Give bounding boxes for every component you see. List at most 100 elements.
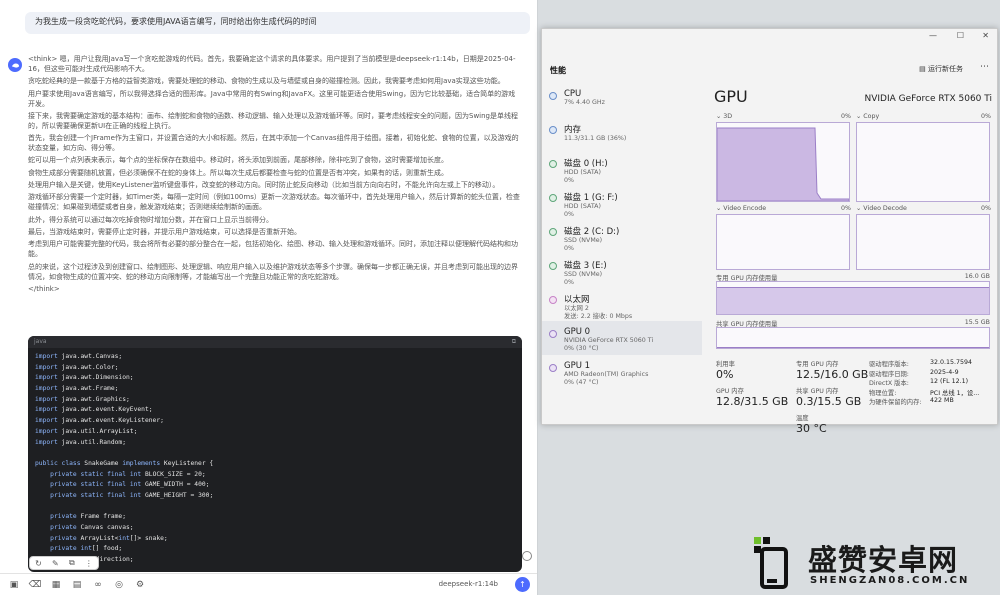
sidebar-item-detail: HDD (SATA) (564, 169, 601, 176)
watermark: 盛赞安卓网 SHENGZAN08.COM.CN (752, 535, 992, 590)
code-line: private static final int GAME_HEIGHT = 3… (50, 491, 214, 499)
code-line: import java.awt.Color; (35, 363, 119, 371)
sidebar-item[interactable]: GPU 1 AMD Radeon(TM) Graphics 0% (47 °C) (542, 355, 702, 389)
gpu-info-value: 422 MB (930, 397, 954, 404)
graph-vencode (716, 214, 850, 270)
sidebar-item[interactable]: 磁盘 1 (G: F:) HDD (SATA) 0% (542, 185, 702, 219)
phone-logo-icon (754, 537, 788, 589)
temp-label: 温度 (796, 415, 809, 422)
code-line: private Canvas canvas; (50, 524, 134, 531)
gpu-info-key: 物理位置: (869, 389, 897, 397)
edit-icon[interactable]: ✎ (52, 559, 59, 568)
gpu-info-value: PCI 总线 1，设... (930, 389, 980, 397)
sidebar-item-detail: 0% (564, 279, 574, 286)
sidebar-item-name: GPU 0 (564, 327, 591, 337)
reasoning-text: <think> 嗯，用户让我用Java写一个贪吃蛇游戏的代码。首先，我要确定这个… (28, 54, 520, 296)
graph-vencode-label: ⌄ Video Encode (716, 205, 767, 212)
run-new-task-label: 运行新任务 (928, 65, 963, 73)
sidebar-item[interactable]: 磁盘 3 (E:) SSD (NVMe) 0% (542, 253, 702, 287)
resource-dot-icon (549, 364, 557, 372)
resource-dot-icon (549, 194, 557, 202)
whale-icon (11, 63, 19, 68)
sidebar-item[interactable]: 内存 11.3/31.1 GB (36%) (542, 117, 702, 151)
resource-dot-icon (549, 228, 557, 236)
reasoning-paragraph: 总的来说，这个过程涉及到创建窗口、绘制图形、处理逻辑、响应用户输入以及维护游戏状… (28, 262, 518, 281)
run-new-task-button[interactable]: ▤ 运行新任务 (919, 64, 963, 74)
code-line: import java.util.Random; (35, 438, 126, 446)
sidebar-item-detail: 发送: 2.2 接收: 0 Mbps (564, 313, 633, 320)
dedicated-mem-max: 16.0 GB (964, 273, 990, 280)
close-icon[interactable]: ✕ (982, 31, 989, 40)
gpu-info-key: 为硬件保留的内存: (869, 399, 922, 406)
sidebar-item[interactable]: 磁盘 2 (C: D:) SSD (NVMe) 0% (542, 219, 702, 253)
code-line: private int[] food; (50, 545, 123, 553)
reasoning-paragraph: </think> (28, 284, 60, 293)
sidebar-item[interactable]: 以太网 以太网 2 发送: 2.2 接收: 0 Mbps (542, 287, 702, 321)
code-line: private static final int BLOCK_SIZE = 20… (50, 470, 206, 478)
sidebar-item-detail: 以太网 2 (564, 305, 589, 312)
gpu-info-value: 32.0.15.7594 (930, 359, 973, 366)
link-icon[interactable]: ∞ (91, 578, 105, 592)
sidebar-item[interactable]: CPU 7% 4.40 GHz (542, 83, 702, 117)
graph-vdecode-label: ⌄ Video Decode (856, 205, 907, 212)
grid-icon[interactable]: ▦ (49, 578, 63, 592)
sidebar-item-name: 磁盘 1 (G: F:) (564, 193, 618, 203)
shared-mem-graph (716, 327, 990, 349)
util-value: 0% (716, 368, 734, 381)
sidebar-item-detail: 0% (564, 177, 574, 184)
sidebar-item-name: 磁盘 0 (H:) (564, 159, 608, 169)
graph-vdecode-pct: 0% (981, 205, 991, 212)
gpu-info-value: 12 (FL 12.1) (930, 378, 969, 385)
regenerate-icon[interactable]: ↻ (35, 559, 42, 568)
code-line: public class SnakeGame implements KeyLis… (35, 459, 214, 467)
attach-icon[interactable]: ▣ (7, 578, 21, 592)
minimize-icon[interactable]: — (929, 31, 937, 40)
globe-icon[interactable]: ◎ (112, 578, 126, 592)
sidebar-item-name: GPU 1 (564, 361, 591, 371)
resource-dot-icon (549, 126, 557, 134)
eraser-icon[interactable]: ⌫ (28, 578, 42, 592)
gpu-info-key: DirectX 版本: (869, 380, 909, 387)
settings-icon[interactable]: ⚙ (133, 578, 147, 592)
code-line: private Frame frame; (50, 513, 127, 521)
resource-dot-icon (549, 92, 557, 100)
reasoning-paragraph: 游戏循环部分需要一个定时器，如Timer类，每隔一定时间（例如100ms）更新一… (28, 193, 520, 212)
sidebar-item-name: 磁盘 2 (C: D:) (564, 227, 620, 237)
more-icon[interactable]: ⋮ (85, 559, 93, 568)
send-button[interactable]: ↑ (515, 577, 530, 592)
reasoning-paragraph: 蛇可以用一个点列表来表示，每个点的坐标保存在数组中。移动时，将头添加到前面，尾部… (28, 156, 448, 165)
model-selector[interactable]: deepseek-r1:14b (439, 580, 498, 588)
graph-3d-label: ⌄ 3D (716, 113, 733, 120)
watermark-en: SHENGZAN08.COM.CN (810, 575, 970, 586)
gpu-info-key: 驱动程序版本: (869, 361, 909, 368)
sidebar-item-detail: NVIDIA GeForce RTX 5060 Ti (564, 337, 654, 344)
sidebar-item-detail: 0% (564, 211, 574, 218)
shared-mem-fill (717, 347, 989, 348)
sidebar-item-detail: AMD Radeon(TM) Graphics (564, 371, 649, 378)
code-line: private int direction; (50, 556, 134, 564)
code-line: import java.awt.event.KeyEvent; (35, 406, 153, 414)
dedicated-mem-stat-label: 专用 GPU 内存 (796, 361, 839, 368)
code-line: import java.awt.Graphics; (35, 395, 130, 403)
sidebar-item[interactable]: GPU 0 NVIDIA GeForce RTX 5060 Ti 0% (30 °C… (542, 321, 702, 355)
assistant-avatar (8, 58, 22, 72)
copy-icon[interactable]: ⧉ (69, 558, 75, 568)
history-icon[interactable] (522, 551, 532, 561)
graph-copy-label: ⌄ Copy (856, 113, 880, 120)
file-icon[interactable]: ▤ (70, 578, 84, 592)
resource-list: CPU 7% 4.40 GHz 内存 11.3/31.1 GB (36%) 磁盘 0 (… (542, 83, 702, 389)
more-options-icon[interactable]: ⋯ (980, 62, 989, 72)
gpu-title: GPU (714, 87, 748, 106)
gpu-mem-value: 12.8/31.5 GB (716, 395, 789, 408)
resource-dot-icon (549, 160, 557, 168)
message-actions: ↻ ✎ ⧉ ⋮ (29, 556, 99, 570)
reasoning-paragraph: 首先，我会创建一个JFrame作为主窗口，并设置合适的大小和标题。然后，在其中添… (28, 134, 519, 153)
sidebar-item-detail: 0% (30 °C) (564, 345, 599, 352)
graph-copy (856, 122, 990, 202)
graph-3d (716, 122, 850, 202)
copy-code-icon[interactable]: ⧉ (512, 338, 516, 346)
maximize-icon[interactable]: ☐ (957, 31, 964, 40)
code-header: java ⧉ (28, 336, 522, 348)
sidebar-item[interactable]: 磁盘 0 (H:) HDD (SATA) 0% (542, 151, 702, 185)
